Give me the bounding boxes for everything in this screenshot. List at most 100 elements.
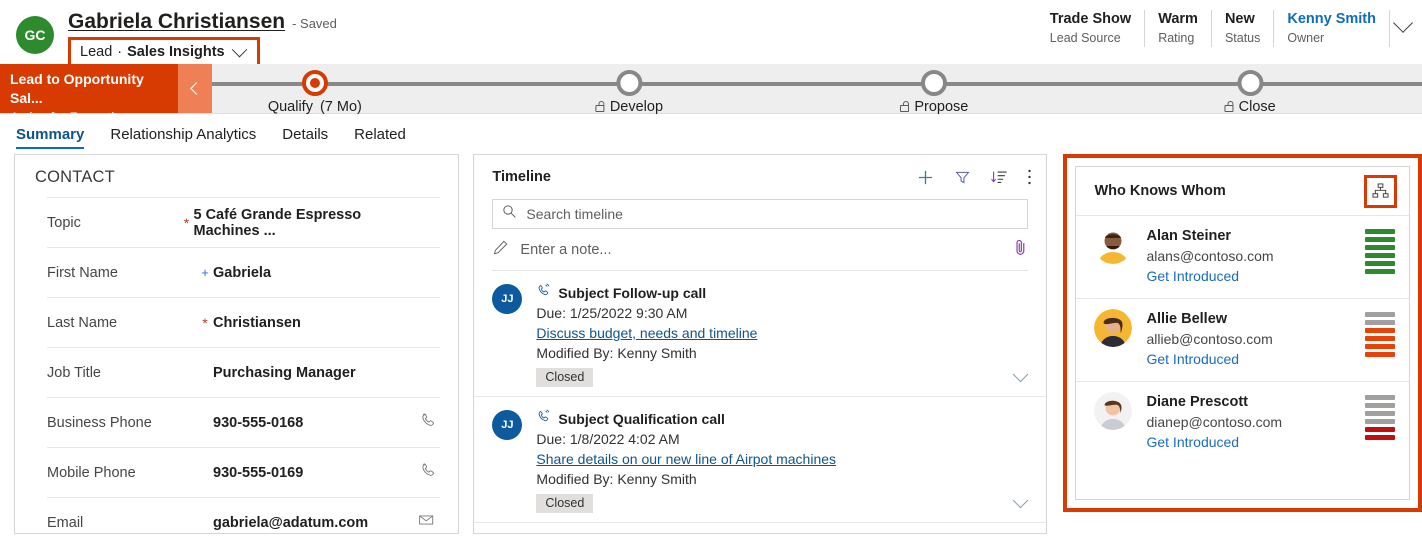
sort-icon[interactable]	[990, 168, 1008, 186]
person-info: Diane Prescott dianep@contoso.com Get In…	[1146, 392, 1365, 453]
bpf-name: Lead to Opportunity Sal...	[10, 70, 178, 108]
timeline-item-subject-row: Subject Follow-up call	[536, 283, 1032, 303]
person-email: dianep@contoso.com	[1146, 412, 1365, 432]
list-item[interactable]: Diane Prescott dianep@contoso.com Get In…	[1076, 381, 1409, 464]
required-marker: +	[197, 265, 213, 280]
owner-label: Owner	[1287, 29, 1376, 47]
add-icon[interactable]	[916, 168, 935, 187]
bpf-stage-qualify[interactable]: Qualify (7 Mo)	[268, 64, 362, 115]
header-stat-owner[interactable]: Kenny Smith Owner	[1274, 10, 1390, 47]
avatar	[1094, 392, 1132, 430]
saved-status: - Saved	[292, 16, 337, 31]
field-value: Purchasing Manager	[213, 365, 414, 381]
timeline-item-link[interactable]: Discuss budget, needs and timeline	[536, 323, 757, 343]
field-label: Email	[47, 515, 197, 531]
stage-label: Propose	[914, 99, 968, 115]
status-badge: Closed	[536, 494, 593, 513]
stage-label-row: Propose	[900, 99, 968, 115]
tab-details[interactable]: Details	[282, 114, 328, 154]
owner-value[interactable]: Kenny Smith	[1287, 10, 1376, 29]
field-mobile-phone[interactable]: Mobile Phone 930-555-0169	[47, 447, 440, 497]
bpf-collapse-button[interactable]	[178, 64, 212, 113]
email-glyph	[418, 512, 436, 528]
bpf-name-block[interactable]: Lead to Opportunity Sal... Active for 7 …	[0, 64, 178, 113]
stage-label-row: Develop	[596, 99, 663, 115]
timeline-item-subject-row: Subject Qualification call	[536, 409, 1032, 429]
get-introduced-link[interactable]: Get Introduced	[1146, 266, 1365, 287]
lock-icon	[596, 105, 605, 112]
list-item[interactable]: Alan Steiner alans@contoso.com Get Intro…	[1076, 215, 1409, 298]
tab-summary[interactable]: Summary	[16, 114, 84, 154]
stage-label: Close	[1239, 99, 1276, 115]
field-value: 930-555-0168	[213, 415, 414, 431]
timeline-item-due: Due: 1/8/2022 4:02 AM	[536, 429, 1032, 449]
search-input[interactable]	[526, 206, 1018, 222]
field-business-phone[interactable]: Business Phone 930-555-0168	[47, 397, 440, 447]
phone-icon[interactable]	[414, 462, 440, 484]
field-job-title[interactable]: Job Title Purchasing Manager	[47, 347, 440, 397]
tab-relationship-analytics[interactable]: Relationship Analytics	[110, 114, 256, 154]
header-stats: Trade Show Lead Source Warm Rating New S…	[1037, 10, 1414, 47]
chevron-left-icon	[190, 82, 203, 95]
stage-label-row: Close	[1225, 99, 1276, 115]
bpf-stage-close[interactable]: Close	[1225, 64, 1276, 115]
lock-icon	[1225, 105, 1234, 112]
subtitle-separator: ·	[117, 44, 122, 60]
stage-node-icon	[1237, 70, 1263, 96]
form-name-label: Sales Insights	[127, 44, 225, 60]
more-options-icon[interactable]	[1027, 168, 1032, 186]
page-title: Gabriela Christiansen	[68, 10, 285, 34]
field-topic[interactable]: Topic * 5 Café Grande Espresso Machines …	[47, 197, 440, 247]
get-introduced-link[interactable]: Get Introduced	[1146, 432, 1365, 453]
field-value: Gabriela	[213, 265, 414, 281]
timeline-note-row[interactable]: Enter a note...	[492, 229, 1028, 271]
field-email[interactable]: Email gabriela@adatum.com	[47, 497, 440, 534]
timeline-search[interactable]	[492, 199, 1028, 229]
timeline-item[interactable]: JJ Subject Qualification call Due: 1/8/2…	[474, 397, 1046, 523]
header-stat-status[interactable]: New Status	[1212, 10, 1274, 47]
field-value: Christiansen	[213, 315, 414, 331]
lead-source-label: Lead Source	[1050, 29, 1131, 47]
rating-label: Rating	[1158, 29, 1198, 47]
field-first-name[interactable]: First Name + Gabriela	[47, 247, 440, 297]
header-stat-lead-source[interactable]: Trade Show Lead Source	[1037, 10, 1145, 47]
status-value: New	[1225, 10, 1260, 29]
form-body: CONTACT Topic * 5 Café Grande Espresso M…	[0, 154, 1422, 542]
avatar: JJ	[492, 284, 522, 314]
bpf-stage-develop[interactable]: Develop	[596, 64, 663, 115]
timeline-item-modified-by: Modified By: Kenny Smith	[536, 343, 1032, 363]
chevron-down-icon[interactable]	[231, 41, 247, 57]
list-item[interactable]: Allie Bellew allieb@contoso.com Get Intr…	[1076, 298, 1409, 381]
header-titles: Gabriela Christiansen - Saved Lead·Sales…	[68, 10, 337, 68]
record-header: GC Gabriela Christiansen - Saved Lead·Sa…	[0, 0, 1422, 64]
avatar: JJ	[492, 410, 522, 440]
phone-icon[interactable]	[414, 412, 440, 434]
bpf-stage-propose[interactable]: Propose	[900, 64, 968, 115]
stage-label: Develop	[610, 99, 663, 115]
person-name: Alan Steiner	[1146, 226, 1365, 246]
person-email: alans@contoso.com	[1146, 246, 1365, 266]
tab-related[interactable]: Related	[354, 114, 406, 154]
timeline-item-body: Subject Qualification call Due: 1/8/2022…	[536, 409, 1032, 513]
timeline-item[interactable]: JJ Subject Follow-up call Due: 1/25/2022…	[474, 271, 1046, 397]
filter-icon[interactable]	[954, 169, 971, 186]
subtitle-text: Lead·Sales Insights	[80, 44, 225, 60]
timeline-toolbar	[916, 168, 1032, 187]
timeline-item-link[interactable]: Share details on our new line of Airpot …	[536, 449, 836, 469]
header-chevron-down-icon[interactable]	[1393, 13, 1413, 33]
business-process-flow: Lead to Opportunity Sal... Active for 7 …	[0, 64, 1422, 114]
title-row: Gabriela Christiansen - Saved	[68, 10, 337, 34]
org-chart-icon[interactable]	[1364, 175, 1397, 208]
timeline-item-modified-by: Modified By: Kenny Smith	[536, 469, 1032, 489]
attachment-icon[interactable]	[1013, 238, 1028, 262]
form-tabs: Summary Relationship Analytics Details R…	[0, 114, 1422, 154]
timeline-section: Timeline Enter a note... JJ Subject Foll	[473, 154, 1047, 534]
email-icon[interactable]	[414, 512, 440, 533]
field-value: 930-555-0169	[213, 465, 414, 481]
get-introduced-link[interactable]: Get Introduced	[1146, 349, 1365, 370]
field-label: First Name	[47, 265, 197, 281]
field-last-name[interactable]: Last Name * Christiansen	[47, 297, 440, 347]
status-label: Status	[1225, 29, 1260, 47]
header-stat-rating[interactable]: Warm Rating	[1145, 10, 1212, 47]
contact-section-title: CONTACT	[15, 155, 458, 197]
